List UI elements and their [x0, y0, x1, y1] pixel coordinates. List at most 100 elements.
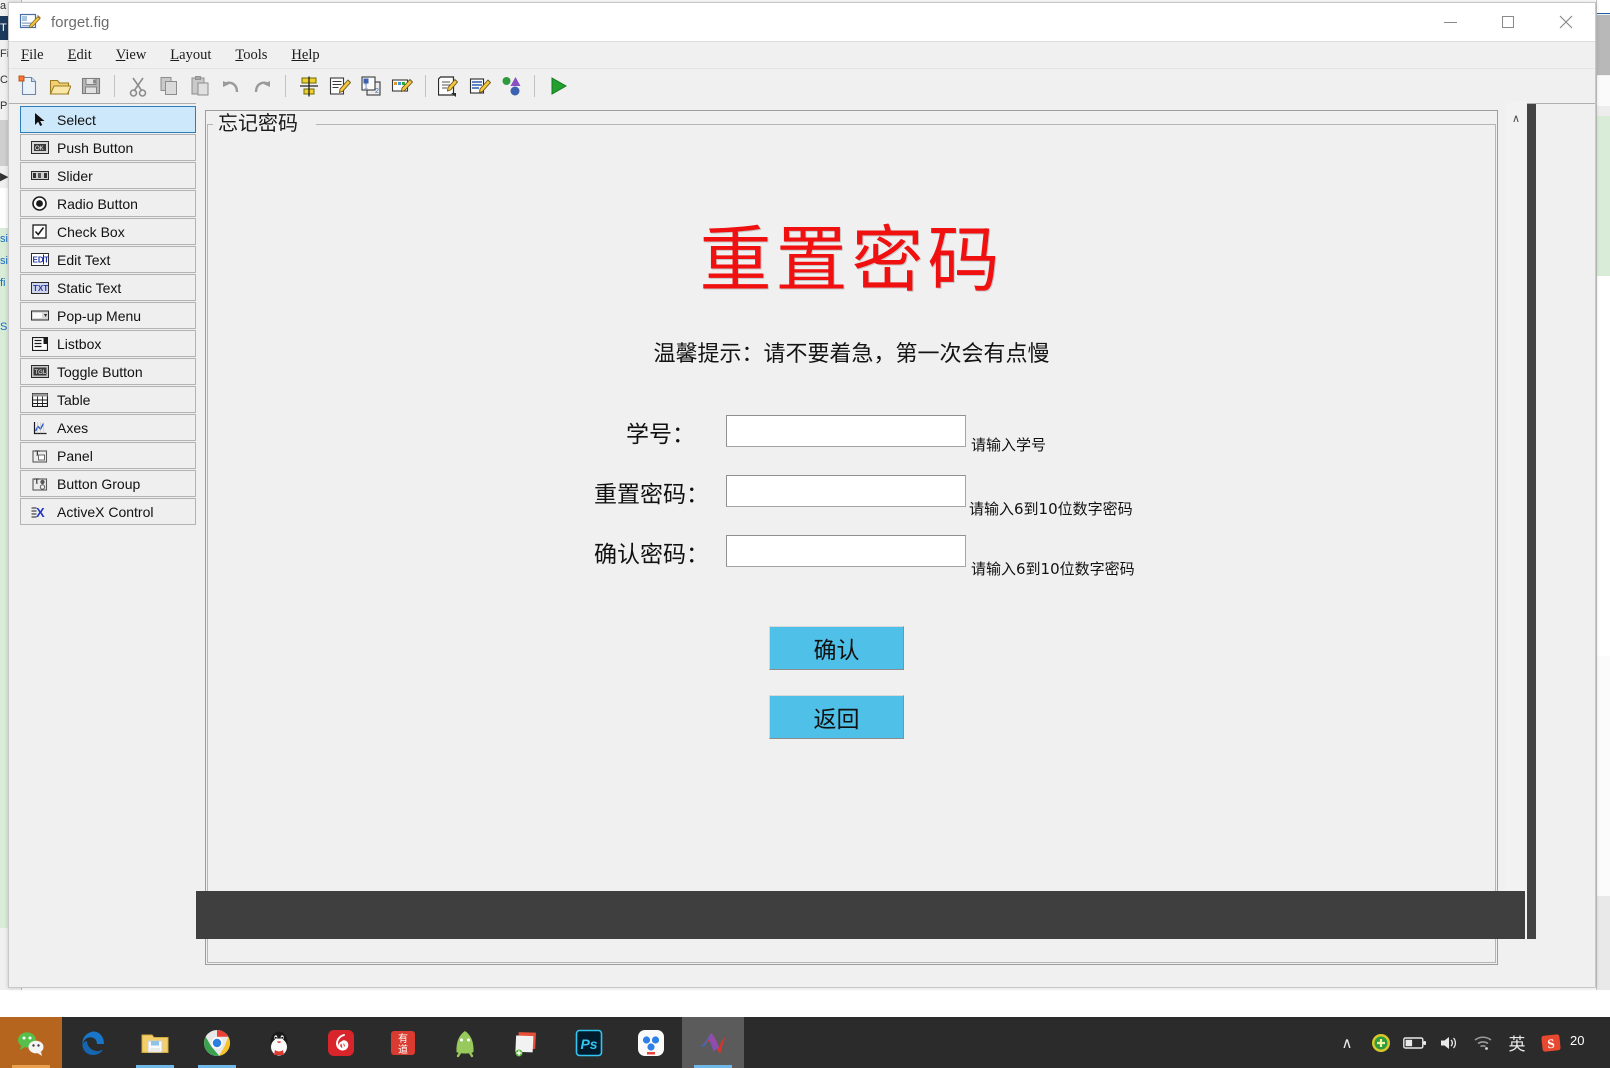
- new-figure-icon[interactable]: [15, 72, 43, 100]
- figure-canvas[interactable]: 忘记密码 重置密码 温馨提示：请不要着急，第一次会有点慢 学号： 请输入学号 重…: [205, 110, 1498, 965]
- maximize-button[interactable]: [1479, 3, 1537, 41]
- desktop-screen: a T Fi C P ▶ si si fi Si forget.fig File…: [0, 0, 1610, 1068]
- scroll-up-icon[interactable]: ∧: [1505, 107, 1527, 129]
- sidebar-item-label: Push Button: [57, 139, 134, 156]
- menu-editor-icon[interactable]: [326, 72, 354, 100]
- wifi-icon[interactable]: [1468, 1017, 1498, 1068]
- toolbar-separator-3: [425, 75, 426, 97]
- taskbar-app-wechat[interactable]: [0, 1017, 62, 1068]
- undo-icon[interactable]: [217, 72, 245, 100]
- menu-file[interactable]: File: [21, 47, 44, 64]
- new-password-input[interactable]: [726, 475, 966, 507]
- sidebar-item-push-button[interactable]: OK Push Button: [20, 134, 196, 161]
- taskbar-app-netease-music[interactable]: [310, 1017, 372, 1068]
- sidebar-item-select[interactable]: Select: [20, 106, 196, 133]
- sidebar-item-label: Edit Text: [57, 251, 111, 268]
- toolbar-editor-icon[interactable]: [388, 72, 416, 100]
- new-password-label: 重置密码：: [594, 482, 709, 507]
- toggle-button-icon: TGL: [30, 363, 49, 380]
- student-id-input[interactable]: [726, 415, 966, 447]
- object-browser-icon[interactable]: [497, 72, 525, 100]
- sidebar-item-label: Table: [57, 391, 91, 408]
- confirm-password-input[interactable]: [726, 535, 966, 567]
- property-inspector-icon[interactable]: [466, 72, 494, 100]
- form-row-new-password: 重置密码： 请输入6到10位数字密码: [206, 461, 1497, 521]
- align-objects-icon[interactable]: [295, 72, 323, 100]
- save-icon[interactable]: [77, 72, 105, 100]
- figure-canvas-area: 忘记密码 重置密码 温馨提示：请不要着急，第一次会有点慢 学号： 请输入学号 重…: [196, 101, 1527, 965]
- sidebar-item-static-text[interactable]: TXT Static Text: [20, 274, 196, 301]
- sidebar-item-button-group[interactable]: T Button Group: [20, 470, 196, 497]
- sidebar-item-listbox[interactable]: Listbox: [20, 330, 196, 357]
- tab-order-editor-icon[interactable]: 1 2: [357, 72, 385, 100]
- taskbar-app-file-explorer[interactable]: [124, 1017, 186, 1068]
- menu-tools[interactable]: Tools: [235, 47, 267, 64]
- button-group-icon: T: [30, 475, 49, 492]
- panel-border-left: [207, 124, 213, 125]
- sidebar-item-slider[interactable]: Slider: [20, 162, 196, 189]
- form-row-confirm-password: 确认密码： 请输入6到10位数字密码: [206, 521, 1497, 581]
- svg-text:TGL: TGL: [34, 370, 46, 376]
- axes-icon: [30, 419, 49, 436]
- taskbar-app-baidu-netdisk[interactable]: [620, 1017, 682, 1068]
- menu-view[interactable]: View: [116, 47, 147, 64]
- figure-vertical-scrollbar[interactable]: ∧ ∨: [1505, 101, 1527, 939]
- taskbar-app-matlab[interactable]: [682, 1017, 744, 1068]
- sidebar-item-label: Slider: [57, 167, 93, 184]
- open-icon[interactable]: [46, 72, 74, 100]
- cut-icon[interactable]: [124, 72, 152, 100]
- antivirus-icon[interactable]: [1366, 1017, 1396, 1068]
- sidebar-item-label: Static Text: [57, 279, 122, 296]
- paste-icon[interactable]: [186, 72, 214, 100]
- ime-language-icon[interactable]: 英: [1502, 1017, 1532, 1068]
- sogou-input-icon[interactable]: S: [1536, 1017, 1566, 1068]
- cursor-arrow-icon: [30, 111, 49, 128]
- sidebar-item-panel[interactable]: T Panel: [20, 442, 196, 469]
- run-icon[interactable]: [544, 72, 572, 100]
- menu-bar: File Edit View Layout Tools Help: [9, 41, 1595, 68]
- taskbar-app-qq[interactable]: [248, 1017, 310, 1068]
- sidebar-item-popup-menu[interactable]: Pop-up Menu: [20, 302, 196, 329]
- sidebar-item-toggle-button[interactable]: TGL Toggle Button: [20, 358, 196, 385]
- sidebar-item-label: Check Box: [57, 223, 125, 240]
- svg-text:有: 有: [398, 1032, 408, 1045]
- back-button[interactable]: 返回: [769, 695, 904, 739]
- sidebar-item-radio-button[interactable]: Radio Button: [20, 190, 196, 217]
- redo-icon[interactable]: [248, 72, 276, 100]
- radio-button-icon: [30, 195, 49, 212]
- svg-text:T: T: [44, 256, 49, 265]
- page-title: 重置密码: [699, 221, 1004, 301]
- svg-text:道: 道: [398, 1043, 408, 1056]
- sidebar-item-activex-control[interactable]: X ActiveX Control: [20, 498, 196, 525]
- taskbar-app-notes[interactable]: [496, 1017, 558, 1068]
- sidebar-item-label: Panel: [57, 447, 93, 464]
- sidebar-item-edit-text[interactable]: ED T Edit Text: [20, 246, 196, 273]
- taskbar-app-photoshop[interactable]: Ps: [558, 1017, 620, 1068]
- taskbar-app-youdao[interactable]: 有 道: [372, 1017, 434, 1068]
- taskbar-app-android-studio[interactable]: [434, 1017, 496, 1068]
- guide-figure-icon: [19, 11, 41, 33]
- battery-icon[interactable]: [1400, 1017, 1430, 1068]
- m-file-editor-icon[interactable]: [435, 72, 463, 100]
- show-hidden-icons-icon[interactable]: ∧: [1332, 1017, 1362, 1068]
- menu-layout[interactable]: Layout: [170, 47, 211, 64]
- guide-window: forget.fig File Edit View Layout Tools H…: [8, 2, 1596, 988]
- minimize-button[interactable]: [1421, 3, 1479, 41]
- sidebar-item-check-box[interactable]: Check Box: [20, 218, 196, 245]
- copy-icon[interactable]: [155, 72, 183, 100]
- static-text-icon: TXT: [30, 279, 49, 296]
- menu-edit[interactable]: Edit: [68, 47, 92, 64]
- taskbar-clock[interactable]: 20: [1570, 1033, 1604, 1051]
- background-window-right[interactable]: [1596, 0, 1610, 990]
- volume-icon[interactable]: [1434, 1017, 1464, 1068]
- edit-text-icon: ED T: [30, 251, 49, 268]
- confirm-button[interactable]: 确认: [769, 626, 904, 670]
- close-button[interactable]: [1537, 3, 1595, 41]
- menu-help[interactable]: Help: [291, 47, 319, 64]
- sidebar-item-axes[interactable]: Axes: [20, 414, 196, 441]
- taskbar-app-chrome[interactable]: [186, 1017, 248, 1068]
- sidebar-item-table[interactable]: Table: [20, 386, 196, 413]
- taskbar-app-edge[interactable]: [62, 1017, 124, 1068]
- window-titlebar[interactable]: forget.fig: [9, 3, 1595, 41]
- svg-text:ED: ED: [32, 256, 43, 265]
